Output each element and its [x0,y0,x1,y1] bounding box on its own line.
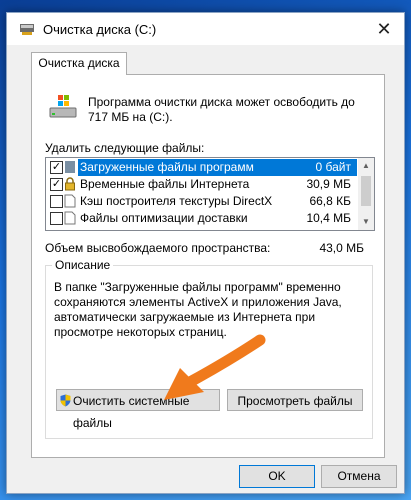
folder-icon [65,161,75,173]
check-mark: ✓ [51,161,62,173]
file-name: Кэш построителя текстуры DirectX [80,194,273,208]
description-title: Описание [52,258,114,272]
files-list-label: Удалить следующие файлы: [45,141,205,155]
list-item[interactable]: ✓ Временные файлы Интернета 30,9 МБ [46,176,357,193]
checkbox[interactable]: ✓ [50,161,63,174]
file-name: Временные файлы Интернета [80,177,250,191]
list-scrollbar[interactable]: ▲ ▼ [358,158,374,230]
checkbox[interactable] [50,195,63,208]
file-size: 0 байт [315,160,351,174]
disk-cleanup-window: Очистка диска (C:) ✕ Очистка диска Прогр… [6,12,405,494]
document-icon [64,211,76,225]
list-item[interactable]: Кэш построителя текстуры DirectX 66,8 КБ [46,193,357,210]
scroll-thumb[interactable] [361,176,371,206]
intro-text: Программа очистки диска может освободить… [88,95,355,124]
file-size: 66,8 КБ [309,194,351,208]
scroll-down-button[interactable]: ▼ [358,214,374,230]
close-button[interactable]: ✕ [364,13,404,45]
file-size: 10,4 МБ [306,211,351,225]
document-icon [64,194,76,208]
tab-disk-cleanup[interactable]: Очистка диска [31,52,127,75]
scroll-up-button[interactable]: ▲ [358,158,374,174]
files-list[interactable]: ✓ Загруженные файлы программ 0 байт ✓ Вр… [45,157,375,231]
hard-drive-icon [49,95,77,118]
ok-button[interactable]: OK [239,465,315,488]
space-total-label: Объем высвобождаемого пространства: [45,241,271,255]
list-item[interactable]: ✓ Загруженные файлы программ 0 байт [46,159,357,176]
file-name: Файлы оптимизации доставки [80,211,248,225]
disk-cleanup-icon [20,24,34,35]
file-size: 30,9 МБ [306,177,351,191]
cancel-button[interactable]: Отмена [321,465,397,488]
orange-pointer-arrow-icon [164,334,266,400]
list-item[interactable]: Файлы оптимизации доставки 10,4 МБ [46,210,357,227]
file-name: Загруженные файлы программ [80,160,254,174]
window-title: Очистка диска (C:) [43,22,157,37]
check-mark: ✓ [51,178,62,190]
lock-icon [65,177,75,191]
title-bar[interactable]: Очистка диска (C:) ✕ [7,13,404,45]
checkbox[interactable] [50,212,63,225]
uac-shield-icon [60,394,71,407]
checkbox[interactable]: ✓ [50,178,63,191]
space-total-value: 43,0 МБ [319,241,364,255]
